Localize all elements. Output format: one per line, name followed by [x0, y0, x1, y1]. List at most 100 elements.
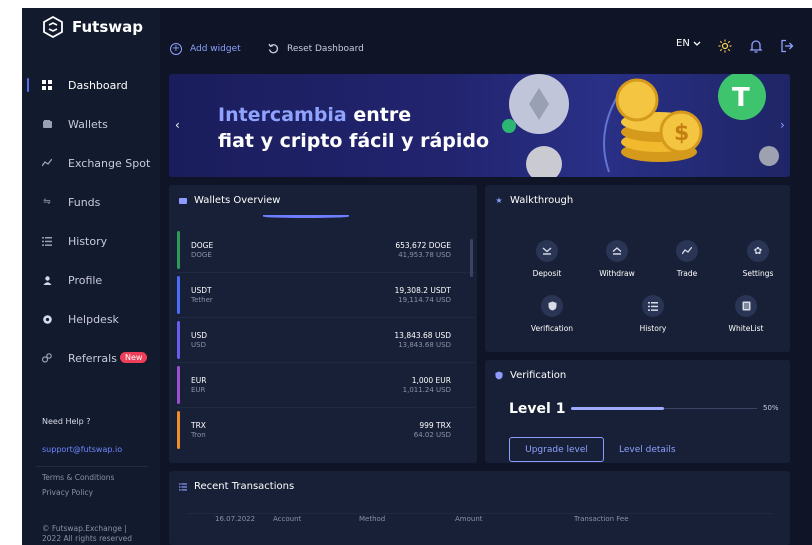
wallet-row[interactable]: USDT Tether 19,308.2 USDT 19,114.74 USD [177, 276, 475, 314]
help-icon [41, 313, 53, 325]
walkthrough-settings[interactable]: ✿ Settings [717, 231, 790, 291]
shield-icon [541, 295, 563, 317]
app-window: Futswap Dashboard Wallets Exchange Spot … [22, 8, 812, 545]
futswap-logo-icon [43, 16, 63, 38]
reset-icon [268, 43, 279, 54]
svg-text:$: $ [674, 121, 689, 146]
logout-icon[interactable] [780, 39, 794, 53]
column-header: 16.07.2022 [215, 515, 256, 523]
sidebar-item-wallets[interactable]: Wallets [22, 113, 160, 135]
card-title: Wallets Overview [179, 195, 280, 206]
wallet-amount: 13,843.68 USD [394, 331, 451, 340]
copyright-line: 2022 All rights reserved [42, 534, 133, 543]
walkthrough-title: Walkthrough [510, 195, 574, 206]
wallet-accent [177, 231, 180, 269]
wallet-accent [177, 321, 180, 359]
banner-title-rest: entre [346, 104, 412, 126]
promo-banner[interactable]: $ T ‹ › Intercambia entre fiat y cripto … [169, 74, 790, 177]
sidebar-item-history[interactable]: History [22, 230, 160, 252]
level-details-link[interactable]: Level details [619, 445, 676, 455]
wallet-usd-value: 13,843.68 USD [398, 341, 451, 349]
sidebar-item-funds[interactable]: ⇋ Funds [22, 191, 160, 213]
verification-card: Verification Level 1 50% Upgrade level L… [485, 360, 790, 463]
wallet-name: Tether [191, 296, 213, 304]
list-icon [642, 295, 664, 317]
wallet-row[interactable]: USD USD 13,843.68 USD 13,843.68 USD [177, 321, 475, 359]
card-title: Verification [495, 370, 566, 381]
walkthrough-verification[interactable]: Verification [511, 286, 601, 346]
add-widget-button[interactable]: + Add widget [170, 43, 241, 55]
chevron-down-icon [536, 240, 558, 262]
language-selector[interactable]: EN [676, 38, 701, 49]
sidebar-item-label: Funds [68, 195, 101, 209]
wallet-name: Tron [191, 431, 206, 439]
walkthrough-label: WhiteList [728, 324, 764, 333]
divider [36, 466, 148, 467]
bell-icon[interactable] [749, 39, 763, 53]
chart-icon [41, 157, 53, 169]
sidebar-item-helpdesk[interactable]: Helpdesk [22, 308, 160, 330]
column-header: Account [273, 515, 302, 523]
wallet-amount: 19,308.2 USDT [394, 286, 451, 295]
verification-title: Verification [510, 370, 567, 381]
walkthrough-label: History [639, 324, 667, 333]
brand[interactable]: Futswap [42, 16, 143, 38]
card-title: ★ Walkthrough [495, 195, 573, 206]
grid-icon [41, 79, 53, 91]
list-icon [41, 235, 53, 247]
column-header: Amount [455, 515, 483, 523]
sidebar-item-label: Wallets [68, 117, 108, 131]
wallet-row[interactable]: TRX Tron 999 TRX 64.02 USD [177, 411, 475, 449]
wallet-row[interactable]: EUR EUR 1,000 EUR 1,011.24 USD [177, 366, 475, 404]
sidebar-item-exchange-spot[interactable]: Exchange Spot [22, 152, 160, 174]
wallet-usd-value: 41,953.78 USD [398, 251, 451, 259]
sidebar: Futswap Dashboard Wallets Exchange Spot … [22, 8, 160, 545]
banner-next-arrow[interactable]: › [780, 118, 785, 132]
sidebar-item-label: Referrals [68, 351, 117, 365]
wallet-icon [41, 118, 53, 130]
upgrade-level-button[interactable]: Upgrade level [509, 437, 604, 462]
column-header: Method [359, 515, 386, 523]
new-badge: New [120, 352, 148, 363]
wallet-name: EUR [191, 386, 206, 394]
column-header: Transaction Fee [574, 515, 629, 523]
sidebar-item-label: Helpdesk [68, 312, 119, 326]
divider [187, 513, 772, 514]
walkthrough-label: Trade [676, 269, 698, 278]
privacy-link[interactable]: Privacy Policy [42, 488, 93, 497]
walkthrough-card: ★ Walkthrough Deposit Withdraw Trade ✿ S… [485, 185, 790, 352]
wallet-usd-value: 19,114.74 USD [398, 296, 451, 304]
copyright: © Futswap.Exchange | 2022 All rights res… [42, 524, 132, 544]
user-icon [41, 274, 53, 286]
divider [177, 362, 475, 363]
support-email-link[interactable]: support@futswap.io [42, 445, 122, 454]
list-icon [179, 482, 187, 491]
brand-name: Futswap [72, 18, 143, 36]
wallet-row[interactable]: DOGE DOGE 653,672 DOGE 41,953.78 USD [177, 231, 475, 269]
walkthrough-whitelist[interactable]: WhiteList [705, 286, 790, 346]
shield-icon [495, 371, 503, 380]
sun-icon[interactable] [718, 39, 732, 53]
wallet-usd-value: 1,011.24 USD [402, 386, 451, 394]
wallets-overview-card: Wallets Overview DOGE DOGE 653,672 DOGE 41,… [169, 185, 477, 463]
sidebar-item-dashboard[interactable]: Dashboard [22, 74, 160, 96]
scroll-hint-arc [263, 215, 349, 218]
wallet-symbol: TRX [191, 421, 206, 430]
reset-dashboard-button[interactable]: Reset Dashboard [268, 43, 364, 54]
star-icon: ★ [495, 196, 503, 205]
scrollbar[interactable] [470, 239, 473, 277]
level-progress-percent: 50% [763, 404, 779, 412]
sidebar-item-profile[interactable]: Profile [22, 269, 160, 291]
walkthrough-history[interactable]: History [612, 286, 702, 346]
terms-link[interactable]: Terms & Conditions [42, 473, 114, 482]
trend-icon [676, 240, 698, 262]
banner-prev-arrow[interactable]: ‹ [175, 118, 180, 132]
document-icon [735, 295, 757, 317]
plus-circle-icon: + [170, 43, 182, 55]
wallet-symbol: USDT [191, 286, 212, 295]
wallets-title: Wallets Overview [194, 195, 281, 206]
help-title: Need Help ? [42, 417, 91, 426]
sidebar-item-referrals[interactable]: Referrals New [22, 347, 160, 369]
sidebar-item-label: History [68, 234, 108, 248]
banner-subtitle: fiat y cripto fácil y rápido [218, 130, 490, 152]
